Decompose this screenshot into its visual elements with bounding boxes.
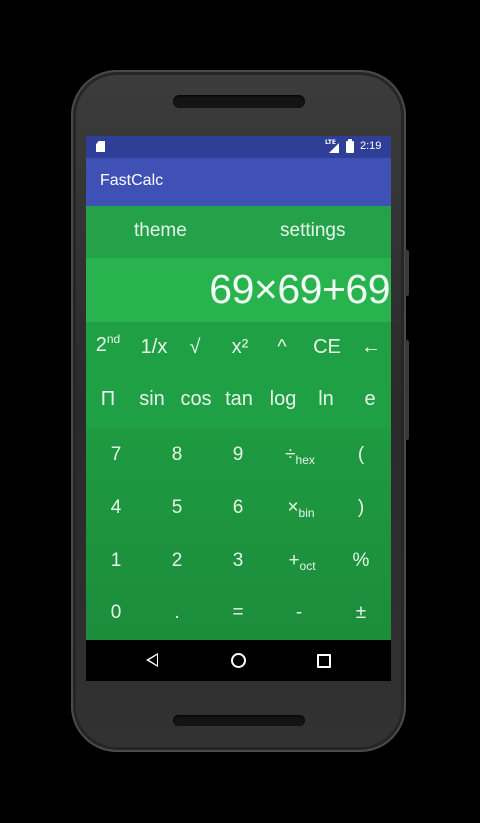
- key-decimal[interactable]: .: [167, 602, 187, 624]
- key-plus-minus[interactable]: ±: [351, 602, 371, 624]
- key-9[interactable]: 9: [228, 444, 248, 466]
- advanced-keypad: 2nd 1/x √ x² ^ CE ← Π sin cos tan log ln…: [86, 322, 391, 428]
- key-4[interactable]: 4: [106, 497, 126, 519]
- key-square[interactable]: x²: [225, 336, 255, 359]
- sd-card-icon: [96, 141, 105, 152]
- key-cos[interactable]: cos: [177, 388, 215, 411]
- key-0[interactable]: 0: [106, 602, 126, 624]
- key-second-function[interactable]: 2nd: [91, 332, 125, 357]
- screen: LTE 2:19 FastCalc theme settings 69×69+6…: [86, 136, 391, 681]
- basic-keypad: 7 8 9 ÷hex ( 4 5 6 ×bin ) 1 2 3 +oct % 0…: [86, 428, 391, 640]
- status-bar: LTE 2:19: [86, 136, 391, 158]
- expression-display: 69×69+69: [86, 258, 391, 322]
- key-1[interactable]: 1: [106, 550, 126, 572]
- top-speaker-grille: [173, 95, 305, 108]
- navigation-bar: [86, 640, 391, 681]
- key-tan[interactable]: tan: [221, 388, 257, 411]
- bottom-speaker-grille: [173, 715, 305, 726]
- key-subtract[interactable]: -: [289, 602, 309, 624]
- key-reciprocal[interactable]: 1/x: [134, 336, 174, 359]
- key-sqrt[interactable]: √: [182, 336, 208, 359]
- settings-button[interactable]: settings: [280, 220, 345, 242]
- key-7[interactable]: 7: [106, 444, 126, 466]
- key-add-oct[interactable]: +oct: [281, 550, 323, 573]
- recents-icon[interactable]: [317, 654, 331, 668]
- theme-button[interactable]: theme: [134, 220, 187, 242]
- key-3[interactable]: 3: [228, 550, 248, 572]
- key-percent[interactable]: %: [351, 550, 371, 572]
- key-6[interactable]: 6: [228, 497, 248, 519]
- menu-row: theme settings: [86, 206, 391, 258]
- app-bar: FastCalc: [86, 158, 391, 206]
- signal-icon: [329, 143, 339, 153]
- key-ln[interactable]: ln: [312, 388, 340, 411]
- key-2[interactable]: 2: [167, 550, 187, 572]
- status-time: 2:19: [360, 140, 382, 152]
- key-log[interactable]: log: [265, 388, 301, 411]
- key-power[interactable]: ^: [272, 336, 292, 359]
- key-pi[interactable]: Π: [98, 388, 118, 411]
- back-icon[interactable]: [146, 653, 158, 667]
- key-close-paren[interactable]: ): [351, 497, 371, 519]
- key-backspace[interactable]: ←: [358, 336, 384, 359]
- expression-text: 69×69+69: [209, 266, 390, 312]
- key-equals[interactable]: =: [228, 602, 248, 624]
- app-title: FastCalc: [100, 172, 164, 189]
- key-e[interactable]: e: [360, 388, 380, 411]
- battery-icon: [346, 139, 354, 153]
- key-8[interactable]: 8: [167, 444, 187, 466]
- power-button: [405, 340, 409, 440]
- key-open-paren[interactable]: (: [351, 444, 371, 466]
- key-divide-hex[interactable]: ÷hex: [279, 444, 321, 467]
- key-5[interactable]: 5: [167, 497, 187, 519]
- key-sin[interactable]: sin: [136, 388, 168, 411]
- volume-button: [405, 250, 409, 296]
- home-icon[interactable]: [231, 653, 246, 668]
- key-multiply-bin[interactable]: ×bin: [280, 497, 322, 520]
- key-clear-entry[interactable]: CE: [311, 336, 343, 359]
